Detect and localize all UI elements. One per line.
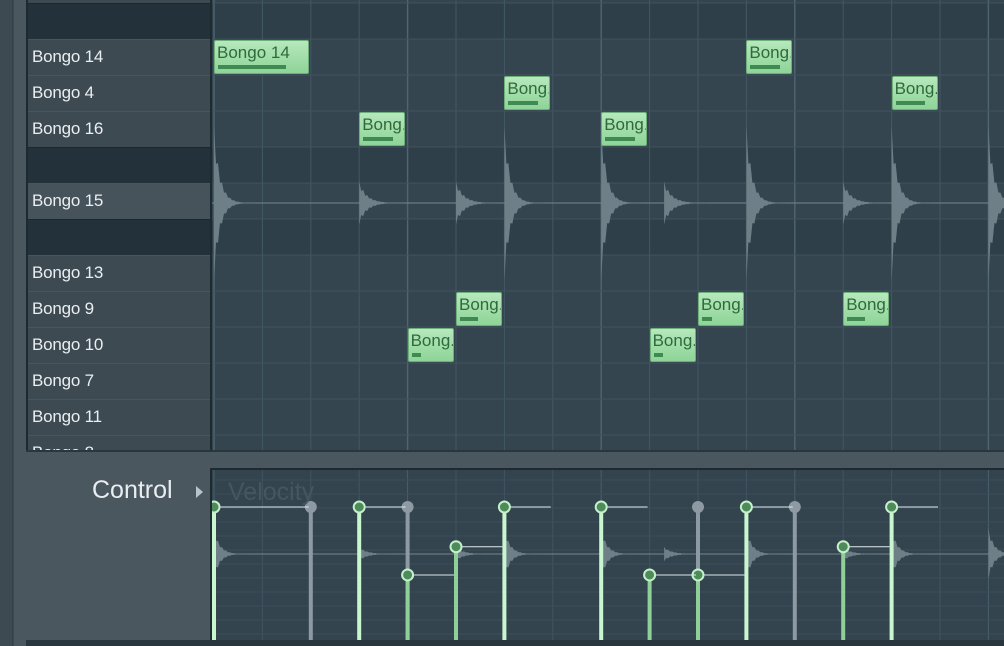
roll-grid-lines [212, 0, 1004, 450]
piano-keys-panel[interactable]: Bongo 14 Bongo 4 Bongo 16 Bongo 15 Bongo 13 B… [26, 0, 210, 450]
piano-key-bongo-11[interactable]: Bongo 11 [28, 399, 210, 435]
velocity-handle [643, 568, 657, 582]
panel-divider[interactable] [26, 450, 1004, 452]
piano-key-bongo-10[interactable]: Bongo 10 [28, 327, 210, 363]
parameter-label: Velocity [228, 478, 315, 506]
note-velocity-bar [653, 353, 664, 357]
note-label: Bong.. [894, 79, 937, 98]
note-label: Bong.. [846, 295, 888, 314]
note-velocity-bar [895, 101, 926, 105]
control-label: Control [92, 476, 173, 504]
velocity-handle [594, 500, 608, 514]
event-editor-grid[interactable]: Velocity [210, 468, 1004, 640]
piano-key-bongo-7[interactable]: Bongo 7 [28, 363, 210, 399]
note-block[interactable]: Bongo 14 [214, 40, 309, 74]
bottom-edge [26, 640, 1004, 646]
note-label: Bong.. [362, 115, 404, 134]
note-block[interactable]: Bong.. [746, 40, 793, 74]
waveform-hit [664, 181, 725, 225]
note-block[interactable]: Bong.. [601, 112, 648, 146]
note-velocity-bar [460, 317, 478, 321]
velocity-handle [449, 540, 463, 554]
note-label: Bong.. [459, 295, 501, 314]
piano-key-bongo-14[interactable]: Bongo 14 [28, 39, 210, 75]
piano-key-bongo-8[interactable]: Bongo 8 [28, 435, 210, 450]
row-shade [212, 3, 1004, 39]
note-velocity-bar [750, 65, 781, 69]
waveform-hit [359, 546, 420, 562]
piano-key-black[interactable] [28, 219, 210, 255]
note-label: Bong.. [701, 295, 743, 314]
note-label: Bong.. [604, 115, 646, 134]
velocity-lanes [212, 470, 1004, 640]
note-label: Bong.. [749, 43, 791, 62]
velocity-handle [401, 568, 415, 582]
note-velocity-bar [702, 317, 712, 321]
piano-key-bongo-4[interactable]: Bongo 4 [28, 75, 210, 111]
note-label: Bongo 14 [217, 43, 290, 62]
note-block[interactable]: Bong.. [407, 328, 454, 362]
piano-key-bongo-13[interactable]: Bongo 13 [28, 255, 210, 291]
note-block[interactable]: Bong.. [504, 76, 551, 110]
note-block[interactable]: Bong.. [698, 292, 744, 326]
note-block[interactable]: Bong.. [891, 76, 938, 110]
piano-key-bongo-9[interactable]: Bongo 9 [28, 291, 210, 327]
triangle-right-icon[interactable] [196, 486, 203, 498]
note-block[interactable]: Bong.. [359, 112, 406, 146]
velocity-handle [885, 500, 899, 514]
note-label: Bong.. [652, 331, 695, 350]
waveform-hit [664, 546, 725, 562]
velocity-handle [212, 500, 221, 514]
waveform-hit [359, 181, 420, 225]
piano-key-black[interactable] [28, 147, 210, 183]
note-velocity-bar [363, 137, 393, 141]
row-shade [212, 219, 1004, 255]
note-velocity-bar [847, 317, 866, 321]
row-shade [212, 147, 1004, 183]
note-label: Bong.. [507, 79, 549, 98]
note-block[interactable]: Bong.. [649, 328, 696, 362]
ghost-velocity-handle [692, 501, 704, 513]
note-label: Bong.. [410, 331, 453, 350]
piano-key-black[interactable] [28, 3, 210, 39]
note-block[interactable]: Bong.. [843, 292, 890, 326]
piano-roll-grid[interactable]: Bongo 14 Bong.. Bong.. Bong.. Bong.. Bong.. Bo… [210, 0, 1004, 450]
note-velocity-bar [218, 65, 286, 69]
velocity-handle [352, 500, 366, 514]
piano-key-bongo-16[interactable]: Bongo 16 [28, 111, 210, 147]
velocity-handle [836, 540, 850, 554]
note-velocity-bar [605, 137, 635, 141]
note-block[interactable]: Bong.. [456, 292, 502, 326]
piano-key-bongo-15[interactable]: Bongo 15 [28, 183, 210, 219]
note-velocity-bar [508, 101, 539, 105]
velocity-handle [497, 500, 511, 514]
window-left-edge [0, 0, 14, 646]
note-velocity-bar [411, 353, 422, 357]
velocity-handle [739, 500, 753, 514]
